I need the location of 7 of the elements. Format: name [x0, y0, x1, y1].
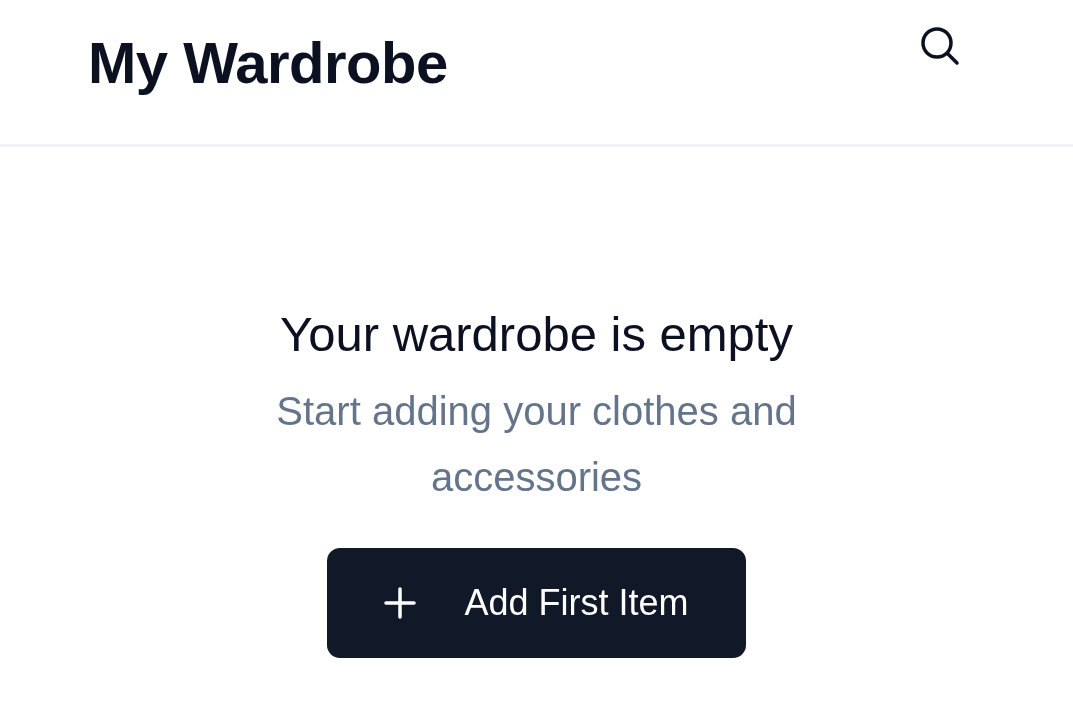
- empty-heading: Your wardrobe is empty: [280, 306, 793, 363]
- empty-message: Start adding your clothes and accessories: [275, 387, 798, 501]
- search-icon: [920, 26, 960, 66]
- plus-icon: [384, 586, 417, 619]
- app-title: My Wardrobe: [88, 34, 448, 97]
- add-first-item-button[interactable]: Add First Item: [327, 547, 746, 658]
- search-button[interactable]: [920, 26, 960, 66]
